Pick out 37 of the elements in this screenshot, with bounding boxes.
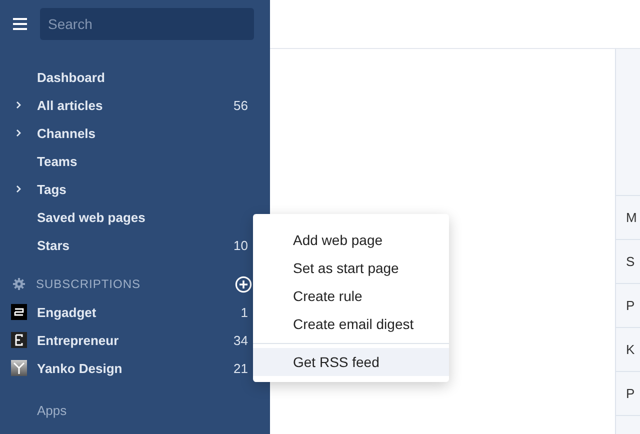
item-count: 1 <box>240 304 248 320</box>
nav-item[interactable]: Channels <box>37 126 248 140</box>
nav-item[interactable]: All articles <box>37 98 234 112</box>
menu-item[interactable]: Create rule <box>253 282 449 310</box>
item-count: 34 <box>234 332 248 348</box>
menu-item[interactable]: Add web page <box>253 226 449 254</box>
feed-name[interactable]: Entrepreneur <box>37 332 234 348</box>
menu-icon[interactable] <box>13 18 27 30</box>
chevron-icon[interactable] <box>16 129 21 137</box>
menu-item[interactable]: Get RSS feed <box>253 348 449 376</box>
nav-item[interactable]: Dashboard <box>37 70 248 84</box>
add-icon[interactable] <box>235 276 252 292</box>
list-item[interactable]: K <box>626 342 635 357</box>
item-count: 21 <box>234 360 248 376</box>
feed-logo-icon <box>11 304 27 320</box>
list-item[interactable]: M <box>626 210 637 225</box>
gear-icon[interactable] <box>13 278 25 290</box>
search-field[interactable]: Search <box>40 8 254 40</box>
menu-item[interactable]: Create email digest <box>253 310 449 338</box>
list-item[interactable]: P <box>626 386 635 401</box>
chevron-icon[interactable] <box>16 185 21 193</box>
chevron-icon[interactable] <box>16 101 21 109</box>
nav-item[interactable]: Saved web pages <box>37 210 248 224</box>
nav-item[interactable]: Stars <box>37 238 234 252</box>
feed-name[interactable]: Engadget <box>37 304 241 320</box>
feed-logo-icon <box>11 332 27 348</box>
feed-logo-icon <box>11 360 27 376</box>
item-count: 10 <box>234 238 248 252</box>
nav-item[interactable]: Apps <box>37 403 67 418</box>
nav-item[interactable]: Tags <box>37 182 248 196</box>
list-item[interactable]: P <box>626 298 635 313</box>
menu-item[interactable]: Set as start page <box>253 254 449 282</box>
list-item[interactable]: S <box>626 254 635 269</box>
section-title: SUBSCRIPTIONS <box>36 277 142 291</box>
item-count: 56 <box>234 98 248 112</box>
feed-name[interactable]: Yanko Design <box>37 360 234 376</box>
nav-item[interactable]: Teams <box>37 154 248 168</box>
